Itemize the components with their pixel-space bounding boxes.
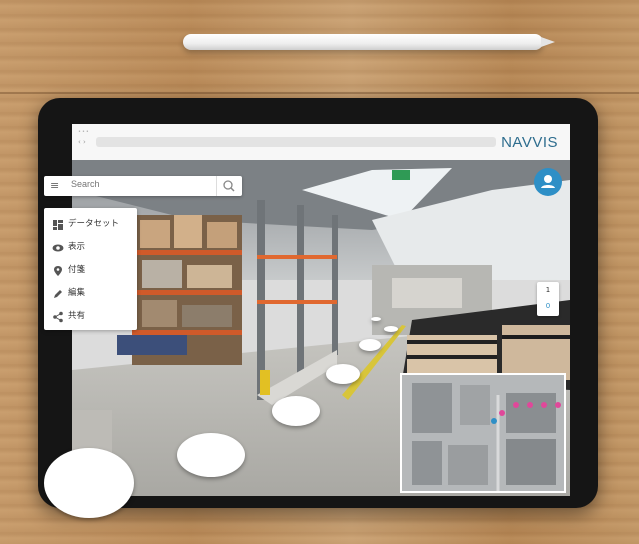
- hamburger-menu-icon[interactable]: ≡: [50, 179, 59, 192]
- navigation-marker[interactable]: [384, 326, 398, 332]
- search-icon[interactable]: [216, 176, 242, 196]
- floor-plan-drawing: [402, 375, 564, 491]
- navigation-marker[interactable]: [177, 433, 245, 477]
- pin-icon: [52, 262, 64, 276]
- table-plank-seam: [0, 92, 639, 94]
- menu-item-dataset[interactable]: データセット: [44, 212, 137, 234]
- user-avatar[interactable]: [534, 168, 562, 196]
- menu-item-label: 付箋: [68, 265, 86, 275]
- navvis-logo: NAVVIS: [501, 134, 558, 151]
- navigation-marker[interactable]: [359, 339, 381, 351]
- menu-item-pins[interactable]: 付箋: [44, 258, 137, 280]
- menu-item-label: 共有: [68, 311, 86, 321]
- menu-item-label: データセット: [68, 219, 120, 229]
- menu-item-view[interactable]: 表示: [44, 235, 137, 257]
- share-icon: [52, 308, 64, 323]
- browser-nav-arrows[interactable]: ‹ ›: [78, 138, 86, 146]
- dataset-icon: [52, 216, 64, 230]
- menu-item-label: 編集: [68, 288, 86, 298]
- floor-plan-minimap[interactable]: [400, 373, 566, 493]
- pencil-icon: [52, 285, 64, 298]
- side-menu: データセット 表示 付箋 編集 共有: [44, 208, 137, 330]
- menu-item-edit[interactable]: 編集: [44, 281, 137, 303]
- menu-item-label: 表示: [68, 242, 86, 252]
- level-1[interactable]: 1: [537, 286, 559, 294]
- navigation-marker[interactable]: [272, 396, 320, 426]
- level-0[interactable]: 0: [537, 302, 559, 310]
- navigation-marker[interactable]: [44, 448, 134, 518]
- navigation-marker[interactable]: [371, 317, 381, 321]
- window-controls[interactable]: •••: [78, 129, 90, 135]
- browser-toolbar: ••• ‹ › NAVVIS: [72, 124, 570, 161]
- eye-icon: [52, 239, 64, 252]
- menu-item-share[interactable]: 共有: [44, 304, 137, 326]
- floor-level-selector[interactable]: 1 0: [537, 282, 559, 316]
- search-input[interactable]: [71, 179, 221, 189]
- search-bar[interactable]: ≡: [44, 176, 242, 196]
- user-icon: [541, 175, 555, 188]
- navigation-marker[interactable]: [326, 364, 360, 384]
- stylus-pencil: [183, 34, 555, 50]
- url-bar[interactable]: [96, 137, 496, 147]
- stylus-tip: [541, 37, 555, 47]
